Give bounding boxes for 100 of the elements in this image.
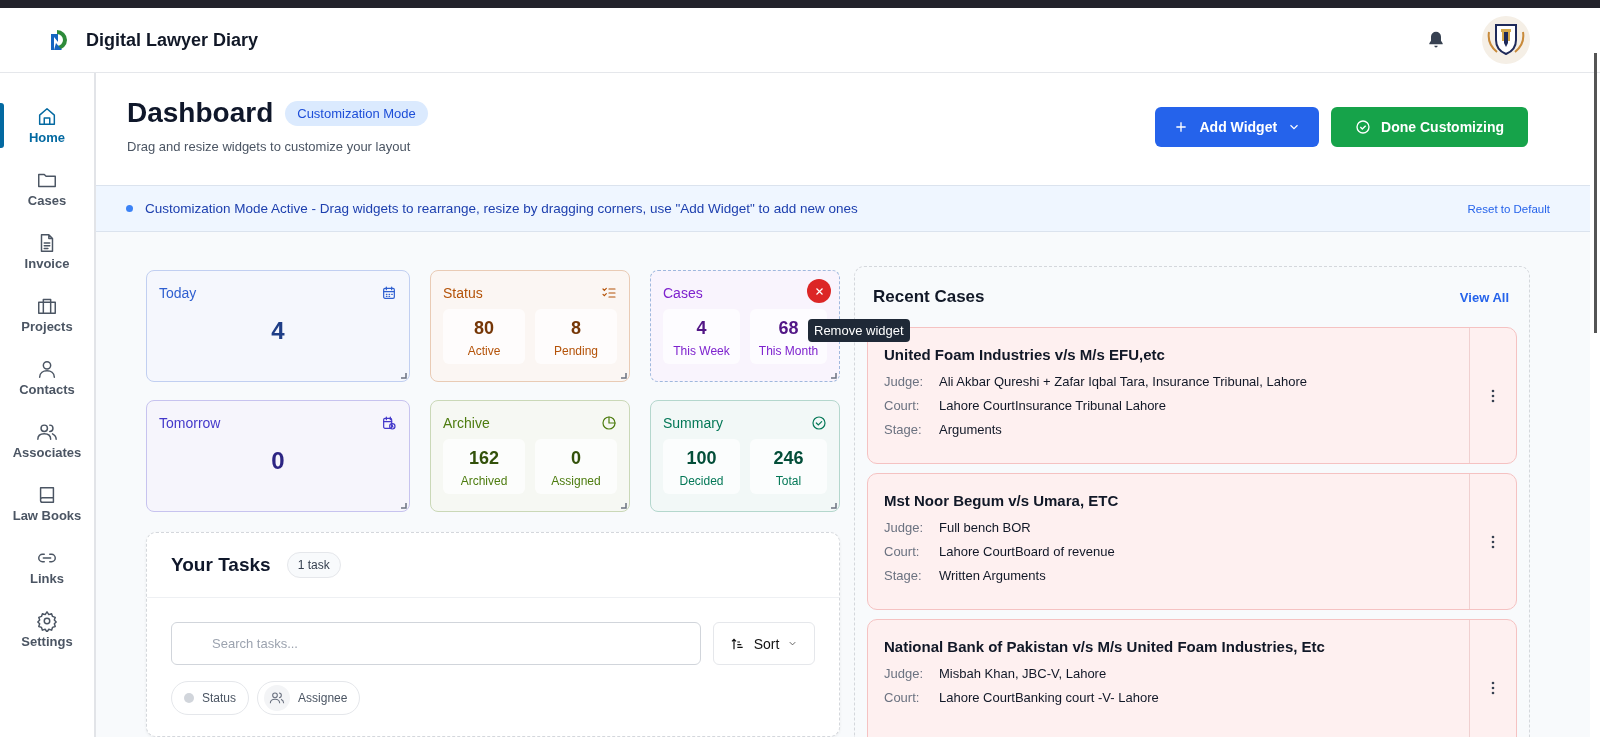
page-title: Dashboard <box>127 97 274 129</box>
resize-handle-icon[interactable] <box>621 373 627 379</box>
resize-handle-icon[interactable] <box>831 373 837 379</box>
widget-value: 4 <box>270 317 286 345</box>
stat-label: Archived <box>460 474 508 488</box>
field-label: Judge: <box>884 374 925 389</box>
sidebar-item[interactable]: Home <box>0 99 94 152</box>
stat-value: 68 <box>778 318 799 339</box>
field-label: Court: <box>884 690 921 705</box>
field-value: Arguments <box>939 422 1002 437</box>
widget-title: Status <box>443 285 483 301</box>
close-icon <box>814 286 824 296</box>
widget-title: Cases <box>663 285 703 301</box>
widget-title: Tomorrow <box>159 415 221 431</box>
stat-widget[interactable]: Tomorrow 0 <box>146 400 410 512</box>
sidebar-item[interactable]: Invoice <box>0 225 94 278</box>
field-label: Judge: <box>884 666 925 681</box>
sidebar-item[interactable]: Cases <box>0 162 94 215</box>
settings-icon <box>36 610 58 632</box>
scrollbar-thumb[interactable] <box>1593 53 1597 333</box>
widget-title: Archive <box>443 415 490 431</box>
stat-value: 8 <box>571 318 581 339</box>
resize-handle-icon[interactable] <box>831 503 837 509</box>
stat-value: 0 <box>571 448 581 469</box>
tasks-title: Your Tasks <box>171 554 271 576</box>
stat-widget[interactable]: Summary 100 Decided 246 Total <box>650 400 840 512</box>
users-icon <box>264 685 291 711</box>
sidebar-item[interactable]: Associates <box>0 414 94 467</box>
field-value: Misbah Khan, JBC-V, Lahore <box>939 666 1107 681</box>
case-card[interactable]: National Bank of Pakistan v/s M/s United Foam Industries, Etc Judge: Misbah Khan, JBC-V, Lahore Court: Lahore CourtBanking court -V- Lahore <box>867 619 1517 737</box>
user-icon <box>36 358 58 380</box>
stat-widget[interactable]: Status 80 Active 8 Pending <box>430 270 630 382</box>
stat-label: Decided <box>679 474 724 488</box>
filter-chip[interactable]: Assignee <box>257 681 361 715</box>
reset-link[interactable]: Reset to Default <box>1467 202 1550 215</box>
calendar-clock-icon <box>381 415 397 431</box>
stat-label: This Week <box>673 344 730 358</box>
recent-cases-title: Recent Cases <box>873 287 985 307</box>
field-value: Lahore CourtBanking court -V- Lahore <box>939 690 1159 705</box>
resize-handle-icon[interactable] <box>401 373 407 379</box>
sidebar-item[interactable]: Law Books <box>0 477 94 530</box>
pie-chart-icon <box>601 415 617 431</box>
case-title: United Foam Industries v/s M/s EFU,etc <box>884 346 1166 363</box>
case-card[interactable]: Mst Noor Begum v/s Umara, ETC Judge: Full bench BOR Court: Lahore CourtBoard of revenue Stage: Written Arguments <box>867 473 1517 610</box>
field-value: Ali Akbar Qureshi + Zafar Iqbal Tara, Insurance Tribunal, Lahore <box>939 374 1307 389</box>
field-label: Judge: <box>884 520 925 535</box>
mode-badge: Customization Mode <box>285 100 428 126</box>
view-all-link[interactable]: View All <box>1459 289 1509 305</box>
check-circle-icon <box>1355 119 1372 135</box>
field-label: Stage: <box>884 422 923 437</box>
checklist-icon <box>601 285 617 301</box>
notification-bell-icon[interactable] <box>1426 30 1446 50</box>
widget-value: 0 <box>270 447 286 475</box>
stat-value: 80 <box>474 318 494 339</box>
field-value: Lahore CourtInsurance Tribunal Lahore <box>939 398 1166 413</box>
more-options-icon[interactable] <box>1491 534 1495 549</box>
sidebar-item[interactable]: Links <box>0 540 94 593</box>
stat-value: 100 <box>686 448 717 469</box>
resize-handle-icon[interactable] <box>401 503 407 509</box>
sidebar-item[interactable]: Projects <box>0 288 94 341</box>
stat-widget[interactable]: Archive 162 Archived 0 Assigned <box>430 400 630 512</box>
field-value: Lahore CourtBoard of revenue <box>939 544 1115 559</box>
field-label: Court: <box>884 544 921 559</box>
field-label: Stage: <box>884 568 923 583</box>
stat-widget[interactable]: Today 4 <box>146 270 410 382</box>
sort-button[interactable]: Sort <box>713 622 815 665</box>
field-label: Court: <box>884 398 921 413</box>
more-options-icon[interactable] <box>1491 680 1495 695</box>
stat-label: Pending <box>553 344 598 358</box>
filter-chip[interactable]: Status <box>171 681 250 715</box>
app-title: Digital Lawyer Diary <box>86 29 259 51</box>
stat-value: 4 <box>696 318 707 339</box>
home-icon <box>36 106 58 128</box>
status-dot-icon <box>184 693 194 703</box>
sidebar-item[interactable]: Settings <box>0 603 94 656</box>
stat-label: This Month <box>758 344 819 358</box>
remove-widget-button[interactable] <box>807 279 831 303</box>
search-field[interactable]: Search tasks... <box>171 622 701 665</box>
field-value: Written Arguments <box>939 568 1046 583</box>
widget-title: Summary <box>663 415 723 431</box>
bullet-icon <box>126 205 133 212</box>
users-icon <box>36 421 58 443</box>
check-circle-icon <box>811 415 827 431</box>
shield-logo-icon[interactable] <box>1482 16 1530 64</box>
case-title: Mst Noor Begum v/s Umara, ETC <box>884 492 1120 509</box>
banner-text: Customization Mode Active - Drag widgets to rearrange, resize by dragging corners, use "Add Widget" to add new ones <box>145 201 859 216</box>
resize-handle-icon[interactable] <box>621 503 627 509</box>
stat-value: 246 <box>773 448 804 469</box>
field-value: Full bench BOR <box>939 520 1031 535</box>
stat-label: Total <box>775 474 802 488</box>
widget-title: Today <box>159 285 197 301</box>
stat-label: Assigned <box>551 474 601 488</box>
tooltip: Remove widget <box>808 319 910 342</box>
more-options-icon[interactable] <box>1491 388 1495 403</box>
sidebar-item[interactable]: Contacts <box>0 351 94 404</box>
stat-value: 162 <box>468 448 499 469</box>
add-widget-button[interactable]: Add Widget <box>1155 107 1320 147</box>
page-subtitle: Drag and resize widgets to customize your layout <box>127 139 412 154</box>
case-title: National Bank of Pakistan v/s M/s United Foam Industries, Etc <box>884 638 1326 655</box>
calendar-icon <box>381 285 397 301</box>
